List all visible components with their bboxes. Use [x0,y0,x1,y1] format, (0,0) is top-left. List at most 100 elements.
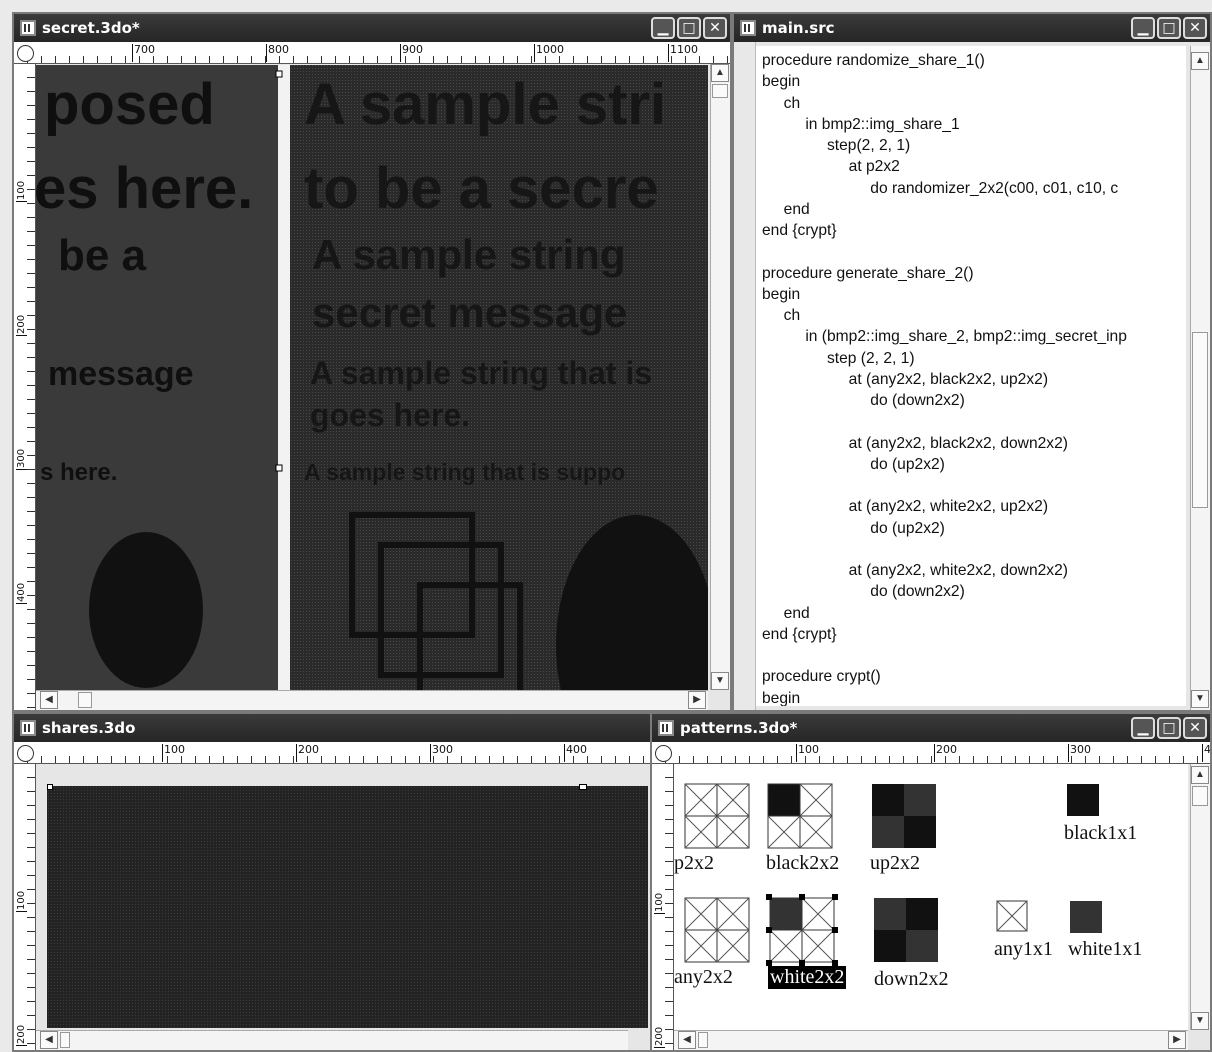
minimize-button[interactable]: ▁ [1131,717,1155,739]
scroll-thumb[interactable] [1192,786,1208,806]
minimize-button[interactable]: ▁ [651,17,675,39]
document-3d-icon [20,20,36,36]
ruler-tick: 100 [16,890,27,912]
secret-text-line: A sample string [312,231,626,278]
secret-text-line: goes here. [310,397,471,433]
pattern-label: any1x1 [994,938,1053,960]
scroll-thumb[interactable] [60,1032,70,1048]
selection-handle[interactable] [579,784,587,790]
pattern-tile-any1x1[interactable] [996,900,1028,932]
scroll-down-button[interactable]: ▼ [1191,690,1209,708]
ruler-tick: 300 [16,448,27,470]
dark-ellipse [89,532,203,688]
patterns-window-title: patterns.3do* [680,719,798,737]
main-src-window[interactable]: main.src ▁ □ ✕ procedure randomize_share… [732,12,1212,712]
pattern-tile-black2x2[interactable] [767,783,833,849]
shares-window[interactable]: shares.3do 100 200 300 400 100 200 ◀ [12,712,652,1052]
ruler-tick: 200 [16,314,27,336]
pattern-tile-black1x1[interactable] [1067,784,1099,816]
scroll-right-button[interactable]: ▶ [1168,1031,1186,1049]
horizontal-scrollbar[interactable]: ◀ ▶ [36,690,708,710]
ruler-origin-circle[interactable] [17,45,34,62]
editor-gutter [734,42,756,710]
vertical-ruler[interactable]: 100 200 300 400 [14,64,36,710]
close-button[interactable]: ✕ [1183,717,1207,739]
pattern-label: any2x2 [674,966,733,988]
desktop: secret.3do* ▁ □ ✕ 700 800 900 1000 1100 … [0,0,1212,1052]
scroll-down-button[interactable]: ▼ [711,672,729,690]
secret-title-bar[interactable]: secret.3do* ▁ □ ✕ [14,14,730,42]
horizontal-scrollbar[interactable]: ◀ ▶ [674,1030,1188,1050]
close-button[interactable]: ✕ [1183,17,1207,39]
secret-text-line: secret message [312,289,628,336]
scroll-thumb[interactable] [78,692,92,708]
scroll-down-button[interactable]: ▼ [1191,1012,1209,1030]
ruler-tick: 700 [132,44,155,62]
ruler-tick: 400 [564,744,587,762]
ruler-origin-circle[interactable] [655,745,672,762]
shares-canvas[interactable] [47,786,648,1028]
scroll-up-button[interactable]: ▲ [1191,766,1209,784]
ruler-tick: 200 [934,744,957,762]
maximize-button[interactable]: □ [1157,17,1181,39]
pattern-tile-any2x2[interactable] [684,897,750,963]
ruler-tick: 400 [16,582,27,604]
scroll-right-button[interactable]: ▶ [688,691,706,709]
secret-text-line: be a [58,231,147,280]
ruler-tick: 300 [430,744,453,762]
scroll-left-button[interactable]: ◀ [40,691,58,709]
horizontal-ruler[interactable]: 100 200 300 400 [14,742,650,764]
ruler-origin-circle[interactable] [17,745,34,762]
shares-title-bar[interactable]: shares.3do [14,714,650,742]
pattern-tile-up2x2[interactable] [872,784,936,848]
ruler-tick: 100 [796,744,819,762]
ruler-tick: 200 [654,1026,665,1048]
secret-window[interactable]: secret.3do* ▁ □ ✕ 700 800 900 1000 1100 … [12,12,732,712]
pattern-label: up2x2 [870,852,920,874]
scroll-left-button[interactable]: ◀ [678,1031,696,1049]
ruler-tick: 1100 [668,44,698,62]
ruler-tick: 100 [16,180,27,202]
vertical-scrollbar[interactable]: ▲ ▼ [1190,46,1210,710]
scroll-thumb[interactable] [1192,332,1208,508]
close-button[interactable]: ✕ [703,17,727,39]
ruler-tick: 900 [400,44,423,62]
scroll-thumb[interactable] [712,84,728,98]
pattern-label: down2x2 [874,968,949,990]
secret-text-line: posed [44,72,215,137]
main-window-title: main.src [762,19,835,37]
secret-window-title: secret.3do* [42,19,140,37]
vertical-ruler[interactable]: 100 200 [14,764,36,1050]
patterns-canvas[interactable]: p2x2 black2x2 up2x2 black1x1 any2x2 whit… [674,764,1188,1030]
main-title-bar[interactable]: main.src ▁ □ ✕ [734,14,1210,42]
vertical-scrollbar[interactable]: ▲ ▼ [1190,764,1210,1030]
document-3d-icon [20,720,36,736]
pattern-tile-white2x2[interactable] [766,894,838,966]
horizontal-ruler[interactable]: 100 200 300 400 [652,742,1210,764]
horizontal-scrollbar[interactable]: ◀ [36,1030,628,1050]
scroll-left-button[interactable]: ◀ [40,1031,58,1049]
ruler-tick: 300 [1068,744,1091,762]
secret-canvas[interactable]: posed es here. be a message s here. A sa… [36,65,708,690]
minimize-button[interactable]: ▁ [1131,17,1155,39]
vertical-ruler[interactable]: 100 200 [652,764,674,1050]
secret-text-line: A sample stri [304,72,667,137]
code-editor[interactable]: procedure randomize_share_1() begin ch i… [756,46,1186,706]
scroll-up-button[interactable]: ▲ [1191,52,1209,70]
secret-text-line: message [48,355,194,393]
maximize-button[interactable]: □ [1157,717,1181,739]
selection-handle[interactable] [47,784,53,790]
patterns-title-bar[interactable]: patterns.3do* ▁ □ ✕ [652,714,1210,742]
pattern-tile-white1x1[interactable] [1070,901,1102,933]
pattern-tile-down2x2[interactable] [874,898,938,962]
pattern-tile-p2x2[interactable] [684,783,750,849]
horizontal-ruler[interactable]: 700 800 900 1000 1100 [14,42,730,64]
maximize-button[interactable]: □ [677,17,701,39]
source-file-icon [740,20,756,36]
scroll-up-button[interactable]: ▲ [711,64,729,82]
secret-text-line: A sample string that is [310,355,652,391]
pattern-label: white1x1 [1068,938,1143,960]
patterns-window[interactable]: patterns.3do* ▁ □ ✕ 100 200 300 400 100 … [650,712,1212,1052]
scroll-thumb[interactable] [698,1032,708,1048]
vertical-scrollbar[interactable]: ▲ ▼ [710,64,730,690]
